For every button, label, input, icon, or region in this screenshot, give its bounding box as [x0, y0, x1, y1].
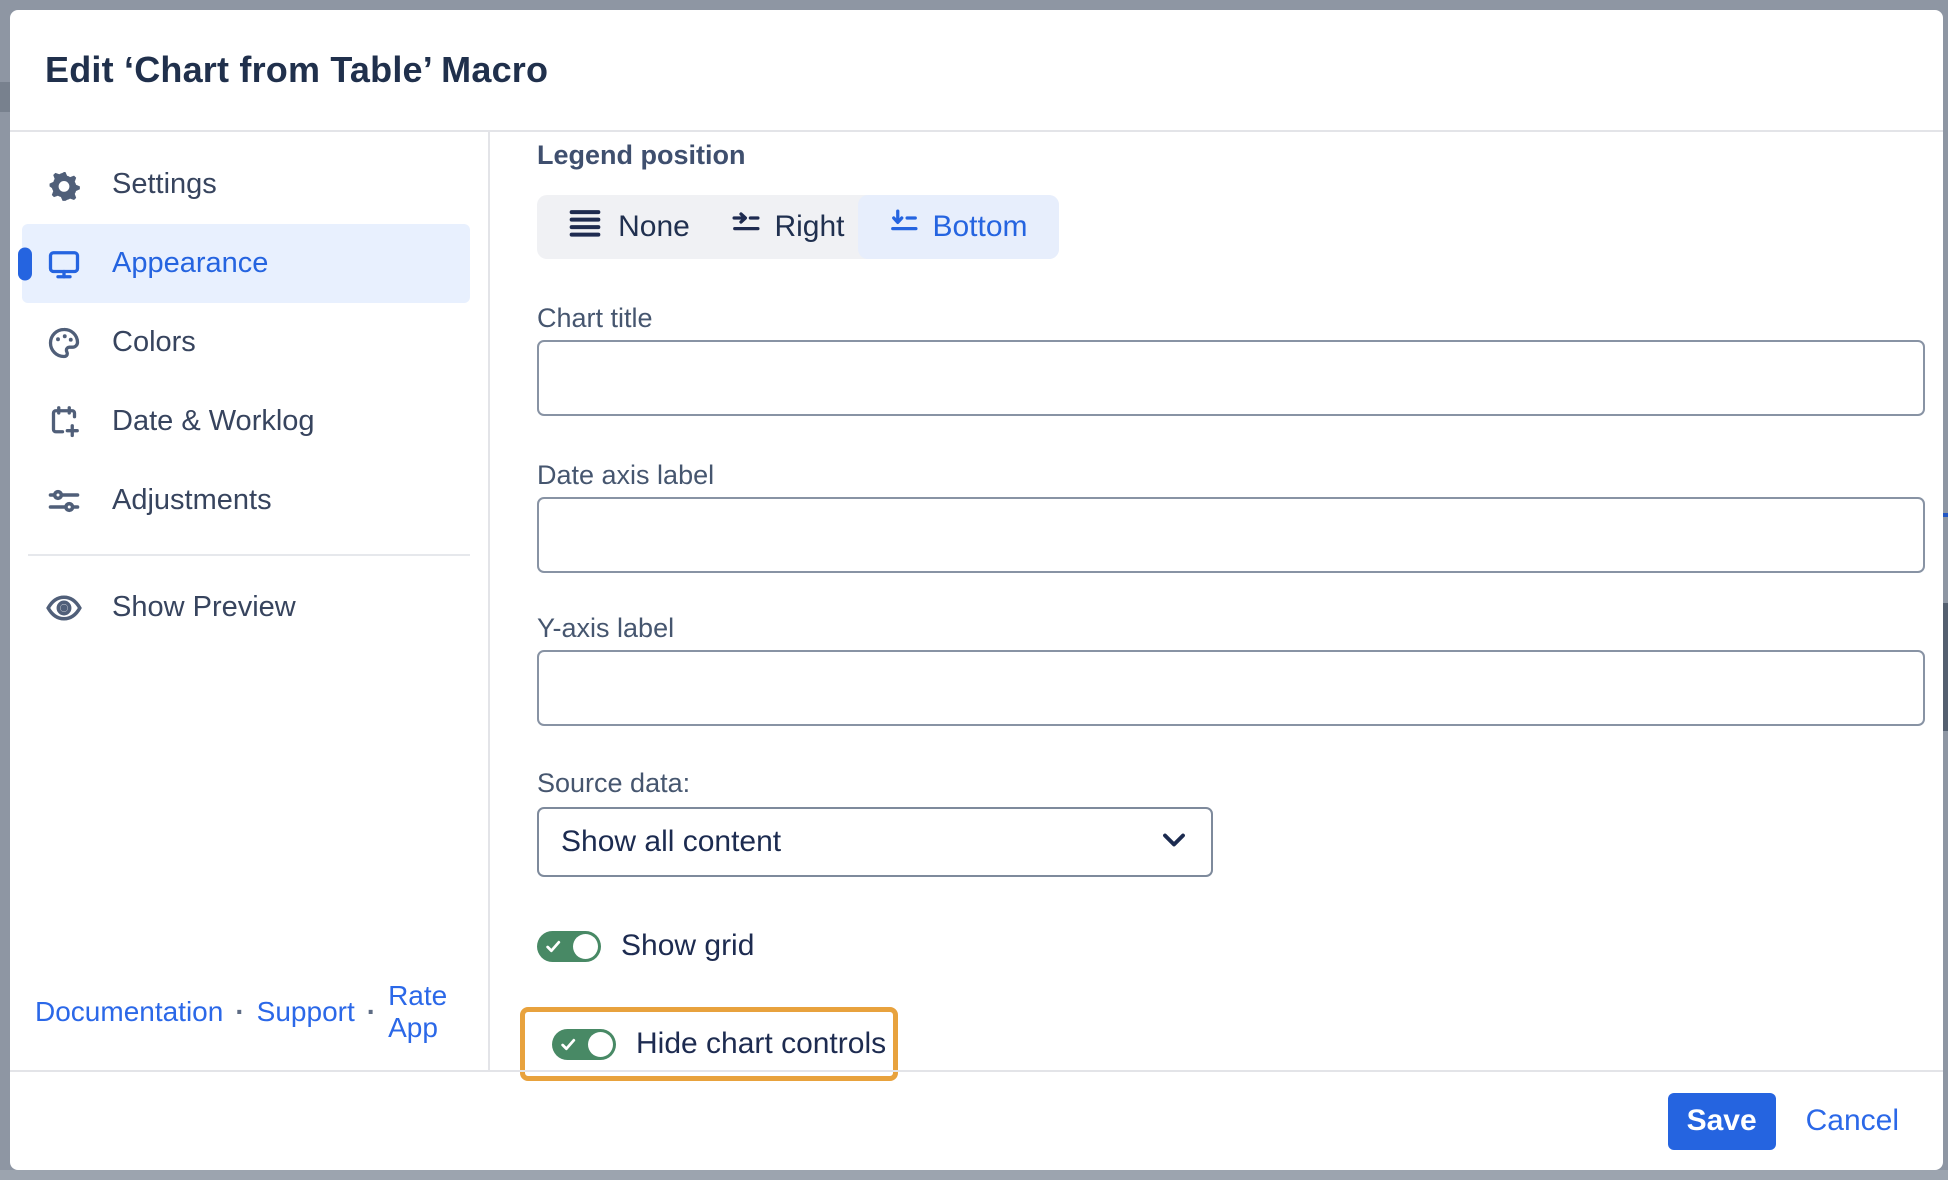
gear-icon	[45, 166, 83, 204]
sidebar-item-label: Date & Worklog	[112, 405, 315, 437]
legend-right-icon	[731, 208, 761, 246]
hide-chart-controls-label: Hide chart controls	[636, 1027, 887, 1060]
support-link[interactable]: Support	[257, 996, 355, 1028]
source-data-select[interactable]: Show all content	[537, 807, 1213, 877]
sidebar-item-label: Appearance	[112, 247, 269, 279]
link-separator: ·	[235, 996, 245, 1027]
sidebar-item-colors[interactable]: Colors	[22, 303, 470, 382]
dialog-footer: Save Cancel	[10, 1070, 1943, 1170]
sidebar-item-settings[interactable]: Settings	[22, 145, 470, 224]
edit-macro-dialog: Edit ‘Chart from Table’ Macro Settings A…	[10, 10, 1943, 1170]
legend-position-label: Legend position	[537, 140, 746, 170]
palette-icon	[45, 324, 83, 362]
background-page-table	[0, 1170, 1948, 1180]
sidebar-item-show-preview[interactable]: Show Preview	[22, 568, 470, 647]
show-grid-toggle[interactable]	[537, 930, 601, 962]
source-data-value: Show all content	[561, 825, 782, 858]
segment-label: Bottom	[932, 210, 1028, 243]
sidebar-divider	[28, 554, 470, 556]
background-page-edge	[0, 82, 10, 112]
legend-none-icon	[565, 203, 605, 251]
legend-position-control: None Right Bottom	[537, 195, 1059, 259]
chart-title-input[interactable]	[537, 340, 1925, 416]
sidebar-item-date-worklog[interactable]: Date & Worklog	[22, 382, 470, 461]
calendar-plus-icon	[45, 403, 83, 441]
toggle-knob	[573, 933, 598, 959]
show-grid-label: Show grid	[621, 929, 755, 962]
chevron-down-icon	[1161, 831, 1187, 854]
show-grid-row: Show grid	[537, 929, 1943, 963]
selected-indicator	[18, 247, 32, 280]
segment-label: None	[618, 210, 690, 243]
sidebar-item-label: Show Preview	[112, 591, 296, 623]
sidebar-item-adjustments[interactable]: Adjustments	[22, 461, 470, 540]
date-axis-label: Date axis label	[537, 460, 715, 490]
dialog-header: Edit ‘Chart from Table’ Macro	[10, 10, 1943, 132]
link-separator: ·	[366, 996, 377, 1027]
legend-bottom-button[interactable]: Bottom	[858, 195, 1059, 259]
sidebar-footer-links: Documentation · Support · Rate App	[35, 980, 488, 1044]
dialog-title: Edit ‘Chart from Table’ Macro	[45, 49, 549, 90]
segment-label: Right	[774, 210, 845, 243]
sidebar-item-label: Colors	[112, 326, 196, 358]
background-page-edge	[1943, 603, 1948, 731]
sidebar-item-label: Settings	[112, 168, 217, 200]
chart-title-label: Chart title	[537, 303, 653, 333]
hide-chart-controls-row: Hide chart controls	[552, 1027, 886, 1061]
legend-none-button[interactable]: None	[537, 195, 718, 259]
hide-chart-controls-toggle[interactable]	[552, 1028, 616, 1060]
y-axis-input[interactable]	[537, 650, 1925, 726]
save-button[interactable]: Save	[1667, 1092, 1776, 1150]
cancel-button[interactable]: Cancel	[1806, 1104, 1899, 1138]
date-axis-input[interactable]	[537, 497, 1925, 573]
screen: Edit ‘Chart from Table’ Macro Settings A…	[0, 0, 1948, 1180]
source-data-label: Source data:	[537, 768, 691, 798]
y-axis-label: Y-axis label	[537, 613, 675, 643]
sidebar-item-label: Adjustments	[112, 484, 272, 516]
eye-icon	[45, 589, 83, 627]
background-page-edge	[1943, 513, 1948, 517]
sidebar: Settings Appearance Colors Date & Worklo…	[10, 132, 490, 1070]
monitor-icon	[45, 245, 83, 283]
toggle-knob	[588, 1031, 613, 1057]
sidebar-item-appearance[interactable]: Appearance	[18, 224, 470, 303]
documentation-link[interactable]: Documentation	[35, 996, 223, 1028]
legend-right-button[interactable]: Right	[718, 195, 858, 259]
check-icon	[545, 938, 562, 960]
appearance-panel: Legend position None Right Bottom Chart …	[490, 132, 1943, 1081]
rate-app-link[interactable]: Rate App	[388, 980, 488, 1044]
legend-bottom-icon	[889, 208, 919, 246]
sliders-icon	[45, 482, 83, 520]
check-icon	[560, 1036, 577, 1058]
